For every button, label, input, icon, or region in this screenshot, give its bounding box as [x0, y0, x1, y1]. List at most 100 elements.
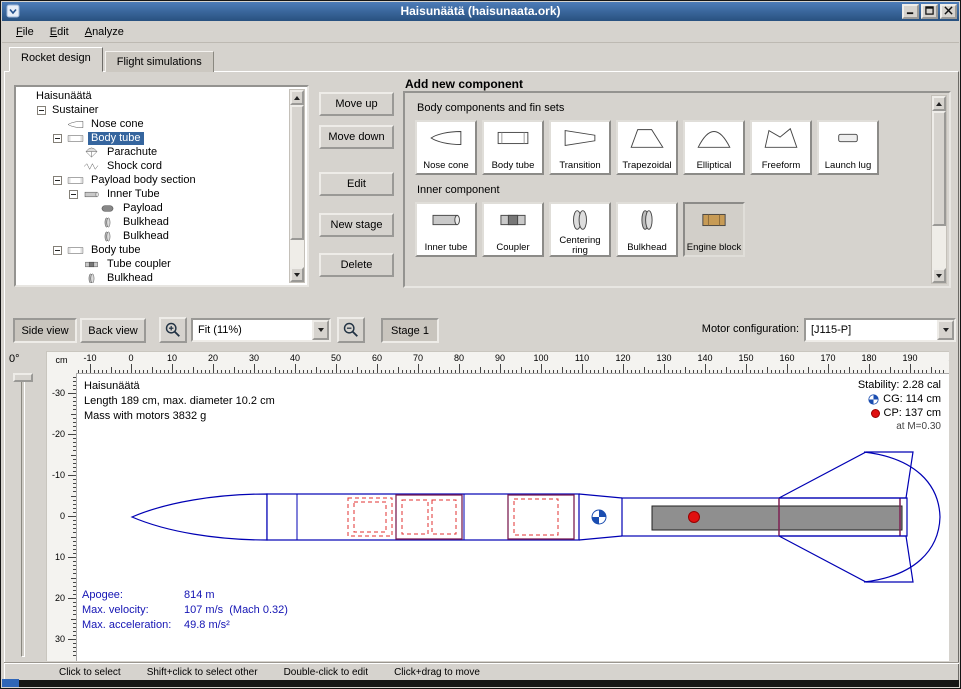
scroll-up-button[interactable] — [932, 96, 946, 111]
tree-item-bulkhead[interactable]: Bulkhead — [18, 229, 287, 243]
delete-button[interactable]: Delete — [319, 253, 394, 277]
combo-arrow-button[interactable] — [312, 320, 329, 340]
component-row: Inner tube Coupler Centering ringBulkheadE… — [415, 202, 927, 257]
add-component-title: Add new component — [405, 77, 523, 91]
component-button-centering-ring[interactable]: Centering ring — [549, 202, 611, 257]
ruler-label: -20 — [52, 429, 65, 439]
ruler-tick — [500, 364, 501, 373]
title-bar[interactable]: Haisunäätä (haisunaata.ork) — [2, 2, 959, 21]
component-button-transition[interactable]: Transition — [549, 120, 611, 175]
cp-marker — [689, 512, 700, 523]
nose-cone-shape[interactable] — [132, 494, 267, 540]
ruler-tick — [68, 639, 76, 640]
expander-icon[interactable] — [37, 106, 46, 115]
tree-item-payload[interactable]: Payload — [18, 201, 287, 215]
tree-item-bulkhead[interactable]: Bulkhead — [18, 271, 287, 283]
tree-item-sustainer[interactable]: Sustainer — [18, 103, 287, 117]
tree-item-shock-cord[interactable]: Shock cord — [18, 159, 287, 173]
tree-item-payload-body-section[interactable]: Payload body section — [18, 173, 287, 187]
ruler-label: 0 — [60, 511, 65, 521]
flight-stats: Apogee:814 m Max. velocity:107 m/s (Mach… — [82, 588, 288, 633]
zoom-in-button[interactable] — [159, 317, 187, 343]
side-view-button[interactable]: Side view — [13, 318, 77, 343]
component-scrollbar-thumb[interactable] — [932, 111, 946, 226]
rotation-slider-track[interactable] — [21, 375, 25, 657]
chevron-down-icon — [943, 328, 949, 332]
rocket-figure-canvas[interactable]: Haisunäätä Length 189 cm, max. diameter … — [76, 373, 949, 661]
rotation-slider[interactable] — [9, 373, 37, 659]
add-component-panel: Body components and fin setsNose coneBod… — [403, 91, 951, 288]
edit-button[interactable]: Edit — [319, 172, 394, 196]
move-up-button[interactable]: Move up — [319, 92, 394, 116]
tree-item-label: Sustainer — [49, 104, 101, 117]
component-button-label: Coupler — [496, 243, 529, 253]
new-stage-button[interactable]: New stage — [319, 213, 394, 237]
bulkhead-icon — [627, 207, 667, 236]
status-hint: Double-click to edit — [284, 667, 368, 678]
ruler-label: 90 — [495, 353, 505, 363]
component-button-inner-tube[interactable]: Inner tube — [415, 202, 477, 257]
tree-item-inner-tube[interactable]: Inner Tube — [18, 187, 287, 201]
expander-icon[interactable] — [69, 190, 78, 199]
menu-edit[interactable]: Edit — [42, 23, 77, 41]
component-button-bulkhead[interactable]: Bulkhead — [616, 202, 678, 257]
stability-value: Stability: 2.28 cal — [858, 378, 941, 392]
tree-item-nose-cone[interactable]: Nose cone — [18, 117, 287, 131]
component-scrollbar[interactable] — [931, 95, 947, 284]
tree-item-body-tube[interactable]: Body tube — [18, 131, 287, 145]
tree-item-label: Body tube — [88, 132, 144, 145]
bulkhead-icon — [97, 216, 118, 229]
component-button-body-tube[interactable]: Body tube — [482, 120, 544, 175]
tree-item-bulkhead[interactable]: Bulkhead — [18, 215, 287, 229]
component-button-coupler[interactable]: Coupler — [482, 202, 544, 257]
minimize-button[interactable] — [902, 4, 919, 19]
menu-file[interactable]: File — [8, 23, 42, 41]
tab-rocket-design[interactable]: Rocket design — [9, 47, 103, 72]
expander-icon[interactable] — [53, 176, 62, 185]
status-bar: Click to selectShift+click to select oth… — [4, 662, 959, 682]
tree-scrollbar-track[interactable] — [290, 105, 304, 267]
maximize-button[interactable] — [921, 4, 938, 19]
back-view-button[interactable]: Back view — [80, 318, 146, 343]
zoom-level-select[interactable]: Fit (11%) — [191, 318, 331, 342]
stage-1-toggle[interactable]: Stage 1 — [381, 318, 439, 343]
combo-arrow-button[interactable] — [937, 320, 954, 340]
body-tube-shape[interactable] — [267, 494, 579, 540]
zoom-out-button[interactable] — [337, 317, 365, 343]
ruler-label: -10 — [52, 470, 65, 480]
rotation-slider-thumb[interactable] — [13, 373, 33, 382]
ruler-tick — [68, 434, 76, 435]
ruler-tick — [705, 364, 706, 373]
expander-icon[interactable] — [53, 134, 62, 143]
arrow-up-icon — [294, 96, 300, 100]
scroll-down-button[interactable] — [290, 267, 304, 282]
motor-configuration-label: Motor configuration: — [661, 323, 799, 335]
motor-configuration-select[interactable]: [J115-P] — [804, 318, 956, 342]
tree-scrollbar-thumb[interactable] — [290, 105, 304, 240]
resize-corner[interactable] — [2, 679, 19, 687]
arrow-down-icon — [294, 273, 300, 277]
menu-analyze[interactable]: Analyze — [77, 23, 132, 41]
expander-icon[interactable] — [53, 246, 62, 255]
component-button-freeform[interactable]: Freeform — [750, 120, 812, 175]
scroll-up-button[interactable] — [290, 90, 304, 105]
tree-item-body-tube[interactable]: Body tube — [18, 243, 287, 257]
component-button-elliptical[interactable]: Elliptical — [683, 120, 745, 175]
tab-flight-simulations[interactable]: Flight simulations — [105, 51, 214, 72]
tree-scrollbar[interactable] — [289, 89, 305, 283]
move-down-button[interactable]: Move down — [319, 125, 394, 149]
payload-icon — [97, 202, 118, 215]
close-button[interactable] — [940, 4, 957, 19]
component-scrollbar-track[interactable] — [932, 111, 946, 268]
component-button-nose-cone[interactable]: Nose cone — [415, 120, 477, 175]
tree-item-haisun-t[interactable]: Haisunäätä — [18, 89, 287, 103]
component-button-launch-lug[interactable]: Launch lug — [817, 120, 879, 175]
nosecone-icon — [426, 125, 466, 154]
component-button-label: Body tube — [492, 161, 535, 171]
tree-item-tube-coupler[interactable]: Tube coupler — [18, 257, 287, 271]
bulkhead-icon — [81, 272, 102, 284]
scroll-down-button[interactable] — [932, 268, 946, 283]
component-button-trapezoidal[interactable]: Trapezoidal — [616, 120, 678, 175]
component-button-engine-block[interactable]: Engine block — [683, 202, 745, 257]
tree-item-parachute[interactable]: Parachute — [18, 145, 287, 159]
